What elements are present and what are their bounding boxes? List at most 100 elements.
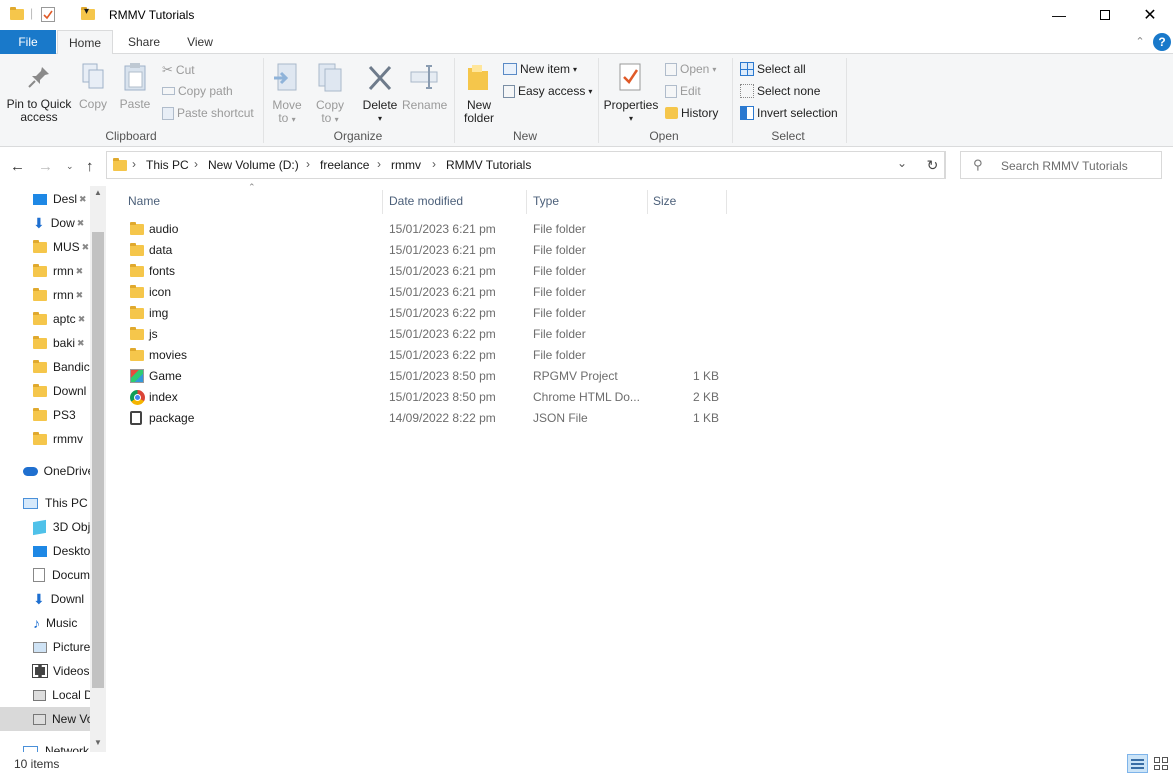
minimize-ribbon-icon[interactable]: ⌃: [1130, 30, 1150, 54]
cut-button[interactable]: ✂ Cut: [162, 62, 195, 78]
nav-item-videos[interactable]: Videos: [0, 659, 90, 683]
breadcrumb-freelance[interactable]: freelance: [320, 158, 369, 172]
column-divider[interactable]: [526, 190, 527, 214]
table-row[interactable]: fonts 15/01/2023 6:21 pm File folder: [122, 261, 727, 282]
table-row[interactable]: Game 15/01/2023 8:50 pm RPGMV Project 1 …: [122, 366, 727, 387]
nav-item-downloads[interactable]: ⬇ Dow ✖: [0, 211, 90, 235]
pin-icon: [28, 67, 49, 88]
properties-button[interactable]: Properties ▾: [603, 62, 659, 125]
minimize-button[interactable]: —: [1036, 0, 1082, 30]
paste-shortcut-button[interactable]: Paste shortcut: [162, 106, 254, 120]
breadcrumb-rmmv-tutorials[interactable]: RMMV Tutorials: [446, 158, 531, 172]
column-header-date-modified[interactable]: Date modified: [389, 194, 463, 208]
nav-item-local-disk[interactable]: Local D: [0, 683, 90, 707]
nav-pane-scroll-thumb[interactable]: [92, 232, 104, 688]
breadcrumb-chevron-icon[interactable]: ›: [432, 157, 436, 171]
refresh-icon[interactable]: ↻: [920, 151, 946, 179]
nav-item-downloads-pc[interactable]: ⬇ Downl: [0, 587, 90, 611]
tab-view[interactable]: View: [172, 30, 228, 54]
delete-dropdown-icon[interactable]: ▾: [360, 112, 400, 125]
forward-arrow-icon[interactable]: →: [38, 158, 53, 175]
column-header-size[interactable]: Size: [653, 194, 676, 208]
table-row[interactable]: icon 15/01/2023 6:21 pm File folder: [122, 282, 727, 303]
edit-button[interactable]: Edit: [665, 84, 701, 98]
easy-access-button[interactable]: Easy access ▾: [503, 84, 592, 98]
new-item-button[interactable]: New item ▾: [503, 62, 577, 76]
nav-item-bandicam[interactable]: Bandic: [0, 355, 90, 379]
help-icon[interactable]: ?: [1153, 33, 1171, 51]
pin-to-quick-access-button[interactable]: Pin to Quick access: [6, 64, 72, 124]
scroll-up-icon[interactable]: ▲: [94, 188, 102, 197]
scroll-down-icon[interactable]: ▼: [94, 738, 102, 747]
breadcrumb-chevron-icon[interactable]: ›: [377, 157, 381, 171]
nav-item-rmmv-2[interactable]: rmn ✖: [0, 283, 90, 307]
column-divider[interactable]: [647, 190, 648, 214]
breadcrumb-rmmv[interactable]: rmmv: [391, 158, 421, 172]
breadcrumb-this-pc[interactable]: This PC: [146, 158, 189, 172]
breadcrumb-new-volume[interactable]: New Volume (D:): [208, 158, 299, 172]
column-header-type[interactable]: Type: [533, 194, 559, 208]
paste-button[interactable]: Paste: [116, 62, 154, 111]
select-none-button[interactable]: Select none: [740, 84, 820, 98]
tab-file[interactable]: File: [0, 30, 56, 54]
separator: |: [30, 6, 34, 20]
table-row[interactable]: data 15/01/2023 6:21 pm File folder: [122, 240, 727, 261]
column-divider[interactable]: [382, 190, 383, 214]
tab-share[interactable]: Share: [116, 30, 172, 54]
select-all-button[interactable]: Select all: [740, 62, 806, 76]
nav-item-music-folder[interactable]: MUS ✖: [0, 235, 90, 259]
nav-item-rmmv-1[interactable]: rmn ✖: [0, 259, 90, 283]
customize-quick-access-icon[interactable]: ▾: [84, 6, 89, 17]
copy-path-button[interactable]: Copy path: [162, 84, 233, 98]
breadcrumb-chevron-icon[interactable]: ›: [194, 157, 198, 171]
table-row[interactable]: img 15/01/2023 6:22 pm File folder: [122, 303, 727, 324]
maximize-button[interactable]: [1082, 0, 1128, 30]
nav-item-rmmv-3[interactable]: rmmv: [0, 427, 90, 451]
history-button[interactable]: History: [665, 106, 718, 120]
back-arrow-icon[interactable]: ←: [10, 158, 25, 175]
address-history-chevron-icon[interactable]: ⌄: [897, 156, 907, 170]
nav-item-documents[interactable]: Docum: [0, 563, 90, 587]
open-button[interactable]: Open ▾: [665, 62, 716, 76]
close-button[interactable]: ✕: [1127, 0, 1173, 30]
tab-home[interactable]: Home: [57, 30, 113, 55]
column-divider[interactable]: [726, 190, 727, 214]
table-row[interactable]: movies 15/01/2023 6:22 pm File folder: [122, 345, 727, 366]
address-bar[interactable]: › This PC › New Volume (D:) › freelance …: [106, 151, 945, 179]
up-arrow-icon[interactable]: ↑: [86, 158, 94, 175]
nav-item-aptc[interactable]: aptc ✖: [0, 307, 90, 331]
nav-item-ps3[interactable]: PS3: [0, 403, 90, 427]
nav-item-network[interactable]: Network: [0, 739, 90, 752]
delete-button[interactable]: Delete ▾: [360, 62, 400, 125]
nav-item-new-volume[interactable]: New Vo: [0, 707, 90, 731]
nav-item-desktop[interactable]: Desl ✖: [0, 187, 90, 211]
breadcrumb-chevron-icon[interactable]: ›: [132, 157, 136, 171]
breadcrumb-chevron-icon[interactable]: ›: [306, 157, 310, 171]
move-to-button[interactable]: Move to ▾: [268, 62, 306, 126]
table-row[interactable]: package 14/09/2022 8:22 pm JSON File 1 K…: [122, 408, 727, 429]
invert-selection-button[interactable]: Invert selection: [740, 106, 838, 120]
properties-dropdown-icon[interactable]: ▾: [603, 112, 659, 125]
table-row[interactable]: js 15/01/2023 6:22 pm File folder: [122, 324, 727, 345]
nav-item-this-pc[interactable]: This PC: [0, 491, 90, 515]
rename-button[interactable]: Rename: [402, 62, 447, 112]
nav-item-baki[interactable]: baki ✖: [0, 331, 90, 355]
table-row[interactable]: index 15/01/2023 8:50 pm Chrome HTML Do.…: [122, 387, 727, 408]
properties-quick-icon[interactable]: [41, 7, 55, 22]
copy-button[interactable]: Copy: [76, 62, 110, 111]
search-input[interactable]: ⚲ Search RMMV Tutorials: [960, 151, 1162, 179]
recent-locations-icon[interactable]: ⌄: [66, 161, 74, 172]
table-row[interactable]: audio 15/01/2023 6:21 pm File folder: [122, 219, 727, 240]
copy-to-button[interactable]: Copy to ▾: [311, 62, 349, 126]
nav-item-music[interactable]: ♪ Music: [0, 611, 90, 635]
nav-item-desktop-pc[interactable]: Deskto: [0, 539, 90, 563]
details-view-icon[interactable]: [1127, 754, 1148, 773]
nav-item-3d-objects[interactable]: 3D Obj: [0, 515, 90, 539]
new-folder-button[interactable]: New folder: [458, 62, 500, 125]
nav-item-onedrive[interactable]: OneDrive: [0, 459, 90, 483]
nav-item-downloads-folder[interactable]: Downl: [0, 379, 90, 403]
nav-item-pictures[interactable]: Picture: [0, 635, 90, 659]
column-header-name[interactable]: Name: [128, 194, 160, 208]
large-icons-view-icon[interactable]: [1151, 754, 1170, 773]
history-icon: [665, 107, 678, 119]
